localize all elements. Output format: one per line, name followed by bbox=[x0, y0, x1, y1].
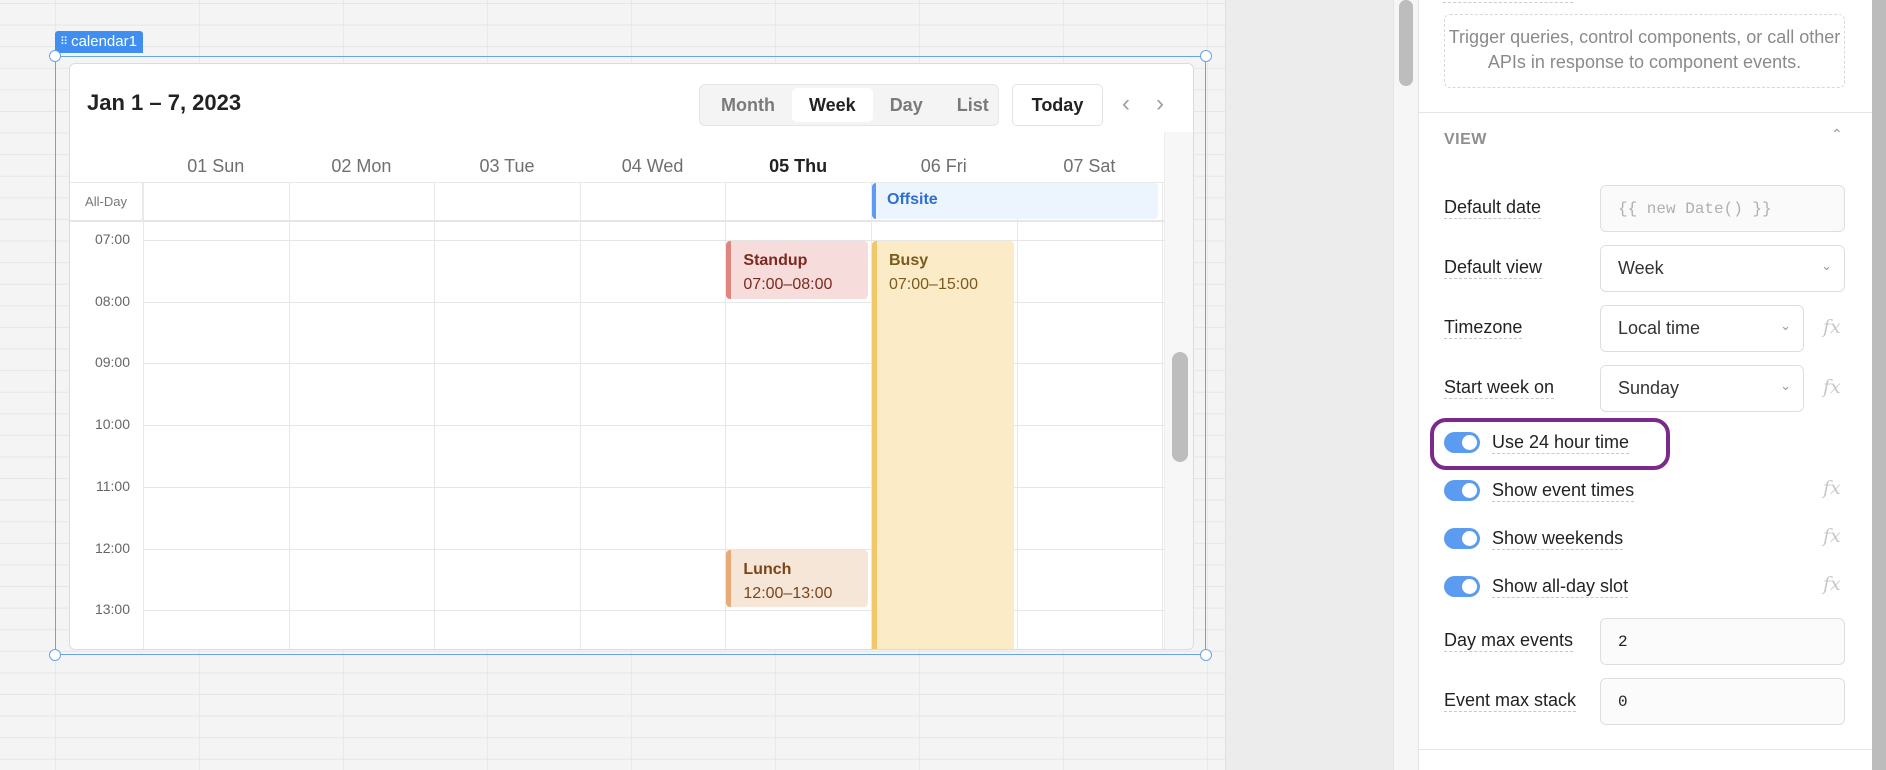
component-label[interactable]: ⠿ calendar1 bbox=[55, 31, 143, 53]
resize-handle-bottom-right[interactable] bbox=[1200, 649, 1212, 661]
event-max-stack-label: Event max stack bbox=[1444, 690, 1577, 712]
calendar-scrollbar[interactable] bbox=[1164, 132, 1193, 649]
chevron-down-icon: ⌄ bbox=[1780, 318, 1791, 333]
day-header[interactable]: 07 Sat bbox=[1017, 150, 1163, 183]
all-day-label: All-Day bbox=[70, 183, 143, 221]
hour-label: 07:00 bbox=[94, 231, 130, 247]
start-week-select[interactable]: Sunday ⌄ bbox=[1600, 365, 1804, 412]
default-date-input[interactable]: {{ new Date() }} bbox=[1600, 185, 1845, 232]
event-max-stack-input[interactable]: 0 bbox=[1600, 678, 1845, 725]
day-header[interactable]: 06 Fri bbox=[871, 150, 1017, 183]
section-divider bbox=[1419, 112, 1872, 113]
calendar-event[interactable]: Standup 07:00–08:00 bbox=[726, 241, 868, 299]
timezone-label: Timezone bbox=[1444, 317, 1523, 339]
default-view-value: Week bbox=[1618, 258, 1664, 278]
event-time: 07:00–15:00 bbox=[889, 276, 978, 293]
hour-label: 13:00 bbox=[94, 601, 130, 618]
fx-icon[interactable]: fx bbox=[1823, 573, 1841, 595]
highlight-annotation bbox=[1430, 418, 1670, 470]
fx-icon[interactable]: fx bbox=[1823, 525, 1841, 547]
toggle-switch[interactable] bbox=[1444, 528, 1480, 549]
start-week-label: Start week on bbox=[1444, 377, 1555, 399]
timezone-select[interactable]: Local time ⌄ bbox=[1600, 305, 1804, 352]
event-handlers-hint: Trigger queries, control components, or … bbox=[1444, 14, 1845, 88]
day-column-divider bbox=[579, 182, 581, 649]
day-header-row: 01 Sun 02 Mon 03 Tue 04 Wed 05 Thu 06 Fri 07 S… bbox=[143, 150, 1162, 183]
section-divider bbox=[1419, 749, 1872, 750]
event-title: Lunch bbox=[743, 560, 792, 578]
default-date-label: Default date bbox=[1444, 197, 1542, 219]
event-max-stack-value: 0 bbox=[1618, 692, 1628, 711]
drag-handle-icon[interactable]: ⠿ bbox=[60, 31, 68, 53]
fx-icon[interactable]: fx bbox=[1823, 477, 1841, 499]
panel-scrollbar-thumb[interactable] bbox=[1399, 0, 1413, 86]
day-max-events-input[interactable]: 2 bbox=[1600, 618, 1845, 665]
day-header[interactable]: 02 Mon bbox=[289, 150, 435, 183]
chevron-down-icon: ⌄ bbox=[1821, 258, 1832, 273]
toggle-label: Show event times bbox=[1492, 480, 1635, 502]
view-section-title[interactable]: VIEW bbox=[1444, 131, 1487, 149]
inspector-panel: Trigger queries, control components, or … bbox=[1419, 0, 1872, 770]
day-max-events-value: 2 bbox=[1618, 632, 1628, 651]
day-max-events-label: Day max events bbox=[1444, 630, 1574, 652]
event-time: 12:00–13:00 bbox=[743, 584, 833, 602]
resize-handle-bottom-left[interactable] bbox=[49, 649, 61, 661]
event-title: Standup bbox=[743, 252, 808, 269]
add-handler-link[interactable] bbox=[1443, 0, 1573, 3]
default-view-select[interactable]: Week ⌄ bbox=[1600, 245, 1845, 292]
start-week-value: Sunday bbox=[1618, 378, 1680, 398]
event-time: 07:00–08:00 bbox=[743, 276, 833, 293]
canvas-gutter bbox=[1225, 0, 1393, 770]
resize-handle-top-right[interactable] bbox=[1200, 50, 1212, 62]
day-header[interactable]: 04 Wed bbox=[580, 150, 726, 183]
fx-icon[interactable]: fx bbox=[1823, 376, 1841, 398]
hour-label: 08:00 bbox=[94, 292, 130, 309]
toggle-switch[interactable] bbox=[1444, 480, 1480, 501]
toggle-label: Show weekends bbox=[1492, 528, 1624, 550]
resize-handle-top-left[interactable] bbox=[49, 50, 61, 62]
day-header[interactable]: 01 Sun bbox=[143, 150, 289, 183]
calendar-title: Jan 1 – 7, 2023 bbox=[87, 90, 242, 115]
day-header[interactable]: 05 Thu bbox=[725, 150, 871, 183]
prev-chevron-icon[interactable]: ‹ bbox=[1122, 90, 1130, 118]
view-switcher: Month Week Day List bbox=[699, 84, 999, 126]
hour-label: 09:00 bbox=[94, 354, 130, 371]
view-tab-week[interactable]: Week bbox=[791, 88, 873, 122]
day-column-divider bbox=[434, 182, 436, 649]
collapse-chevron-icon[interactable]: ⌃ bbox=[1831, 126, 1843, 143]
view-tab-list[interactable]: List bbox=[940, 88, 1006, 122]
calendar-component: Jan 1 – 7, 2023 Month Week Day List Today ‹… bbox=[69, 63, 1194, 650]
day-column-divider bbox=[288, 182, 290, 649]
calendar-event[interactable]: Lunch 12:00–13:00 bbox=[726, 549, 868, 608]
chevron-down-icon: ⌄ bbox=[1780, 378, 1791, 393]
day-header[interactable]: 03 Tue bbox=[434, 150, 580, 183]
event-title: Busy bbox=[889, 252, 929, 269]
hour-label: 11:00 bbox=[96, 477, 130, 494]
toggle-switch[interactable] bbox=[1444, 576, 1480, 597]
hour-label: 10:00 bbox=[94, 416, 130, 433]
week-grid[interactable]: All-Day 07:00 08:00 09:00 10:00 11:00 12:00 13… bbox=[70, 182, 1164, 649]
event-title: Offsite bbox=[887, 191, 938, 208]
view-tab-month[interactable]: Month bbox=[704, 88, 792, 122]
day-column-divider bbox=[1016, 182, 1018, 649]
default-date-placeholder: {{ new Date() }} bbox=[1618, 199, 1772, 218]
toggle-label: Show all-day slot bbox=[1492, 576, 1629, 598]
fx-icon[interactable]: fx bbox=[1823, 316, 1841, 338]
calendar-event[interactable]: Busy 07:00–15:00 bbox=[872, 241, 1014, 649]
calendar-scrollbar-thumb[interactable] bbox=[1172, 352, 1188, 462]
next-chevron-icon[interactable]: › bbox=[1156, 90, 1164, 118]
window-scrollbar[interactable] bbox=[1872, 0, 1886, 770]
day-column-divider bbox=[143, 182, 144, 649]
timezone-value: Local time bbox=[1618, 318, 1701, 338]
hour-label: 12:00 bbox=[94, 539, 130, 556]
view-tab-day[interactable]: Day bbox=[873, 88, 940, 122]
component-name: calendar1 bbox=[71, 33, 137, 50]
all-day-event[interactable]: Offsite bbox=[872, 183, 1159, 219]
default-view-label: Default view bbox=[1444, 257, 1543, 279]
today-button[interactable]: Today bbox=[1012, 84, 1103, 126]
panel-scrollbar[interactable] bbox=[1393, 0, 1419, 770]
